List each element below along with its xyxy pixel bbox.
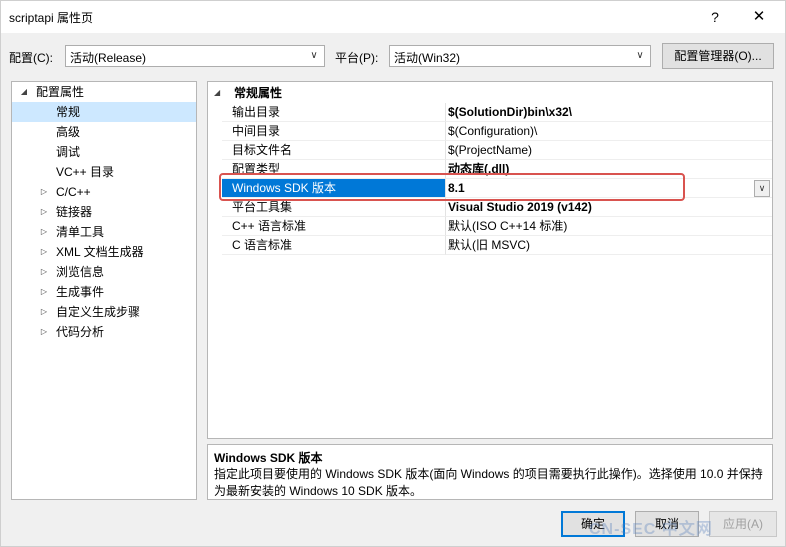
tree-item-advanced[interactable]: 高级 bbox=[12, 122, 196, 142]
tree-item-general[interactable]: 常规 bbox=[12, 102, 196, 122]
tree-item-label: VC++ 目录 bbox=[56, 165, 115, 179]
property-name: 平台工具集 bbox=[222, 198, 446, 217]
cancel-button[interactable]: 取消 bbox=[635, 511, 699, 537]
expand-icon[interactable]: ◢ bbox=[214, 83, 220, 103]
property-value[interactable]: Visual Studio 2019 (v142) bbox=[446, 198, 772, 217]
property-value[interactable]: 8.1 bbox=[446, 179, 772, 198]
property-value[interactable]: $(SolutionDir)bin\x32\ bbox=[446, 103, 772, 122]
tree-item-linker[interactable]: ▷ 链接器 bbox=[12, 202, 196, 222]
config-dropdown[interactable]: 活动(Release) ∨ bbox=[65, 45, 325, 67]
tree-item-c-cpp[interactable]: ▷ C/C++ bbox=[12, 182, 196, 202]
tree-item-debugging[interactable]: 调试 bbox=[12, 142, 196, 162]
property-name: Windows SDK 版本 bbox=[222, 179, 446, 198]
property-tree: ◢ 配置属性 常规 高级 调试 VC++ 目录 ▷ C/C++ ▷ 链接器 ▷ … bbox=[11, 81, 197, 500]
tree-item-label: C/C++ bbox=[56, 185, 91, 199]
property-pages-window: scriptapi 属性页 ? ✕ 配置(C): 活动(Release) ∨ 平… bbox=[0, 0, 786, 547]
chevron-down-icon: ∨ bbox=[310, 50, 318, 61]
tree-item-label: 常规 bbox=[56, 105, 81, 119]
tree-item-label: 自定义生成步骤 bbox=[56, 305, 141, 319]
tree-item-label: 浏览信息 bbox=[56, 265, 105, 279]
tree-item-custom-build-step[interactable]: ▷ 自定义生成步骤 bbox=[12, 302, 196, 322]
chevron-down-icon: ∨ bbox=[636, 50, 644, 61]
platform-dropdown-value: 活动(Win32) bbox=[394, 51, 461, 65]
apply-button[interactable]: 应用(A) bbox=[709, 511, 777, 537]
description-panel: Windows SDK 版本 指定此项目要使用的 Windows SDK 版本(… bbox=[207, 444, 773, 500]
tree-item-build-events[interactable]: ▷ 生成事件 bbox=[12, 282, 196, 302]
property-name: 输出目录 bbox=[222, 103, 446, 122]
tree-item-config-properties[interactable]: ◢ 配置属性 bbox=[12, 82, 196, 102]
chevron-right-icon[interactable]: ▷ bbox=[38, 282, 50, 302]
chevron-right-icon[interactable]: ▷ bbox=[38, 242, 50, 262]
property-grid: ◢ 常规属性 输出目录 $(SolutionDir)bin\x32\ 中间目录 … bbox=[207, 81, 773, 439]
property-name: C 语言标准 bbox=[222, 236, 446, 255]
chevron-right-icon[interactable]: ▷ bbox=[38, 262, 50, 282]
tree-item-label: 高级 bbox=[56, 125, 81, 139]
grid-row-output-dir[interactable]: 输出目录 $(SolutionDir)bin\x32\ bbox=[208, 103, 772, 122]
platform-dropdown[interactable]: 活动(Win32) ∨ bbox=[389, 45, 651, 67]
grid-row-platform-toolset[interactable]: 平台工具集 Visual Studio 2019 (v142) bbox=[208, 198, 772, 217]
description-text: 指定此项目要使用的 Windows SDK 版本(面向 Windows 的项目需… bbox=[214, 467, 763, 498]
property-value[interactable]: 动态库(.dll) bbox=[446, 160, 772, 179]
title-bar[interactable]: scriptapi 属性页 ? ✕ bbox=[1, 1, 785, 33]
grid-category-general[interactable]: ◢ 常规属性 bbox=[208, 83, 772, 103]
grid-row-intermediate-dir[interactable]: 中间目录 $(Configuration)\ bbox=[208, 122, 772, 141]
ok-button[interactable]: 确定 bbox=[561, 511, 625, 537]
tree-item-browse-info[interactable]: ▷ 浏览信息 bbox=[12, 262, 196, 282]
tree-item-vc-directories[interactable]: VC++ 目录 bbox=[12, 162, 196, 182]
tree-item-label: 代码分析 bbox=[56, 325, 105, 339]
tree-item-label: 清单工具 bbox=[56, 225, 105, 239]
config-dropdown-value: 活动(Release) bbox=[70, 51, 147, 65]
property-value[interactable]: 默认(旧 MSVC) bbox=[446, 236, 772, 255]
property-name: 配置类型 bbox=[222, 160, 446, 179]
grid-row-cpp-language-standard[interactable]: C++ 语言标准 默认(ISO C++14 标准) bbox=[208, 217, 772, 236]
configuration-bar: 配置(C): 活动(Release) ∨ 平台(P): 活动(Win32) ∨ … bbox=[1, 41, 785, 71]
grid-row-target-name[interactable]: 目标文件名 $(ProjectName) bbox=[208, 141, 772, 160]
tree-item-label: 生成事件 bbox=[56, 285, 105, 299]
close-icon[interactable]: ✕ bbox=[739, 1, 779, 33]
property-name: 目标文件名 bbox=[222, 141, 446, 160]
chevron-right-icon[interactable]: ▷ bbox=[38, 202, 50, 222]
chevron-down-icon[interactable]: ∨ bbox=[754, 180, 770, 197]
configuration-manager-button[interactable]: 配置管理器(O)... bbox=[662, 43, 774, 69]
property-name: C++ 语言标准 bbox=[222, 217, 446, 236]
chevron-right-icon[interactable]: ▷ bbox=[38, 222, 50, 242]
tree-item-xml-doc-generator[interactable]: ▷ XML 文档生成器 bbox=[12, 242, 196, 262]
tree-item-code-analysis[interactable]: ▷ 代码分析 bbox=[12, 322, 196, 342]
property-value[interactable]: $(ProjectName) bbox=[446, 141, 772, 160]
window-title: scriptapi 属性页 bbox=[9, 11, 94, 25]
help-icon[interactable]: ? bbox=[695, 1, 735, 33]
property-value[interactable]: $(Configuration)\ bbox=[446, 122, 772, 141]
property-name: 中间目录 bbox=[222, 122, 446, 141]
property-value[interactable]: 默认(ISO C++14 标准) bbox=[446, 217, 772, 236]
tree-item-label: XML 文档生成器 bbox=[56, 245, 144, 259]
description-title: Windows SDK 版本 bbox=[214, 451, 323, 465]
expand-icon[interactable]: ◢ bbox=[18, 82, 30, 102]
tree-item-label: 链接器 bbox=[56, 205, 93, 219]
chevron-right-icon[interactable]: ▷ bbox=[38, 322, 50, 342]
tree-item-label: 调试 bbox=[56, 145, 81, 159]
tree-item-label: 配置属性 bbox=[36, 85, 85, 99]
grid-row-c-language-standard[interactable]: C 语言标准 默认(旧 MSVC) bbox=[208, 236, 772, 255]
config-label: 配置(C): bbox=[9, 51, 53, 65]
tree-item-manifest-tool[interactable]: ▷ 清单工具 bbox=[12, 222, 196, 242]
platform-label: 平台(P): bbox=[335, 51, 379, 65]
chevron-right-icon[interactable]: ▷ bbox=[38, 302, 50, 322]
chevron-right-icon[interactable]: ▷ bbox=[38, 182, 50, 202]
grid-row-configuration-type[interactable]: 配置类型 动态库(.dll) bbox=[208, 160, 772, 179]
grid-row-windows-sdk-version[interactable]: Windows SDK 版本 8.1 bbox=[208, 179, 772, 198]
grid-category-label: 常规属性 bbox=[234, 86, 283, 100]
